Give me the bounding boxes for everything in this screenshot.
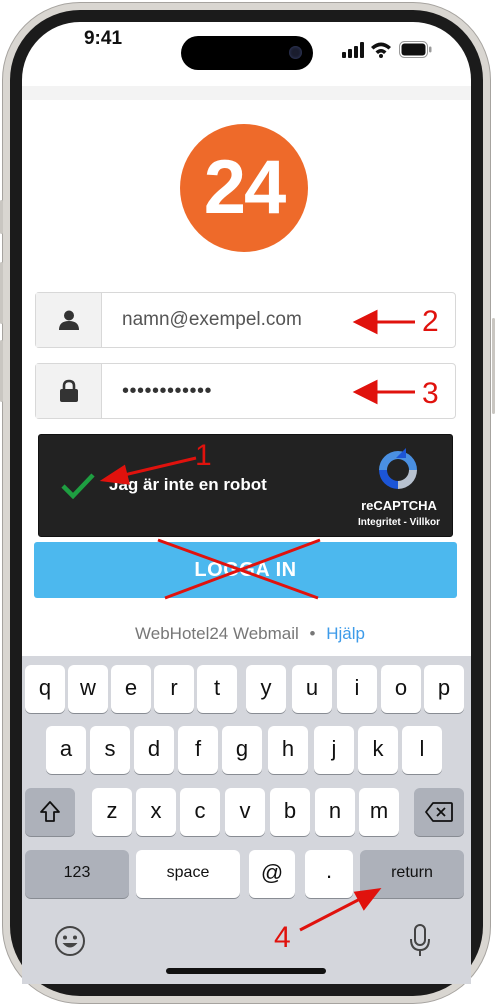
recaptcha-brand: reCAPTCHA [361,498,437,513]
key-v[interactable]: v [225,788,265,836]
volume-down-button [0,340,3,402]
lock-addon [36,364,102,418]
annotation-label-3: 3 [422,377,439,410]
login-button[interactable]: LOGGA IN [34,542,457,598]
key-q[interactable]: q [25,665,65,713]
footer: WebHotel24 Webmail • Hjälp [100,624,400,644]
backspace-icon [425,802,453,822]
key-f[interactable]: f [178,726,218,774]
key-h[interactable]: h [268,726,308,774]
key-e[interactable]: e [111,665,151,713]
key-i[interactable]: i [337,665,377,713]
key-w[interactable]: w [68,665,108,713]
key-k[interactable]: k [358,726,398,774]
shift-icon [40,801,60,822]
space-key[interactable]: space [136,850,240,898]
key-g[interactable]: g [222,726,262,774]
footer-separator: • [309,624,316,643]
browser-strip [22,86,471,100]
password-field[interactable]: •••••••••••• [102,364,455,418]
home-indicator [166,968,326,974]
lock-icon [60,379,78,402]
user-icon [59,310,79,330]
key-o[interactable]: o [381,665,421,713]
recaptcha-label: Jag är inte en robot [109,475,267,494]
key-y[interactable]: y [246,665,286,713]
recaptcha-widget[interactable]: Jag är inte en robot reCAPTCHA Integrite… [38,434,453,537]
key-l[interactable]: l [402,726,442,774]
microphone-icon[interactable] [409,924,431,958]
return-key[interactable]: return [360,850,464,898]
annotation-label-4: 4 [274,921,291,954]
key-s[interactable]: s [90,726,130,774]
backspace-key[interactable] [414,788,464,836]
email-field[interactable] [102,293,455,347]
key-a[interactable]: a [46,726,86,774]
key-m[interactable]: m [359,788,399,836]
webhotel24-logo: 24 [180,124,308,252]
recaptcha-links[interactable]: Integritet - Villkor [344,517,454,528]
action-button [0,200,3,234]
key-x[interactable]: x [136,788,176,836]
footer-text: WebHotel24 Webmail [135,624,299,643]
recaptcha-logo-icon [379,448,417,489]
key-j[interactable]: j [314,726,354,774]
key-b[interactable]: b [270,788,310,836]
help-link[interactable]: Hjälp [326,624,365,643]
key-r[interactable]: r [154,665,194,713]
key-c[interactable]: c [180,788,220,836]
checkmark-icon[interactable] [61,473,95,499]
volume-up-button [0,262,3,324]
at-key[interactable]: @ [249,850,295,898]
shift-key[interactable] [25,788,75,836]
front-camera [289,46,302,59]
key-t[interactable]: t [197,665,237,713]
user-addon [36,293,102,347]
annotation-label-2: 2 [422,305,439,338]
key-p[interactable]: p [424,665,464,713]
key-u[interactable]: u [292,665,332,713]
key-n[interactable]: n [315,788,355,836]
password-field-group: •••••••••••• [35,363,456,419]
key-d[interactable]: d [134,726,174,774]
annotation-label-1: 1 [195,439,212,472]
signal-icon [342,42,364,58]
battery-icon [399,41,432,58]
dot-key[interactable]: . [305,850,353,898]
key-z[interactable]: z [92,788,132,836]
status-time: 9:41 [83,28,123,49]
wifi-icon [371,42,391,58]
emoji-icon[interactable] [54,925,86,957]
numbers-key[interactable]: 123 [25,850,129,898]
email-field-group [35,292,456,348]
